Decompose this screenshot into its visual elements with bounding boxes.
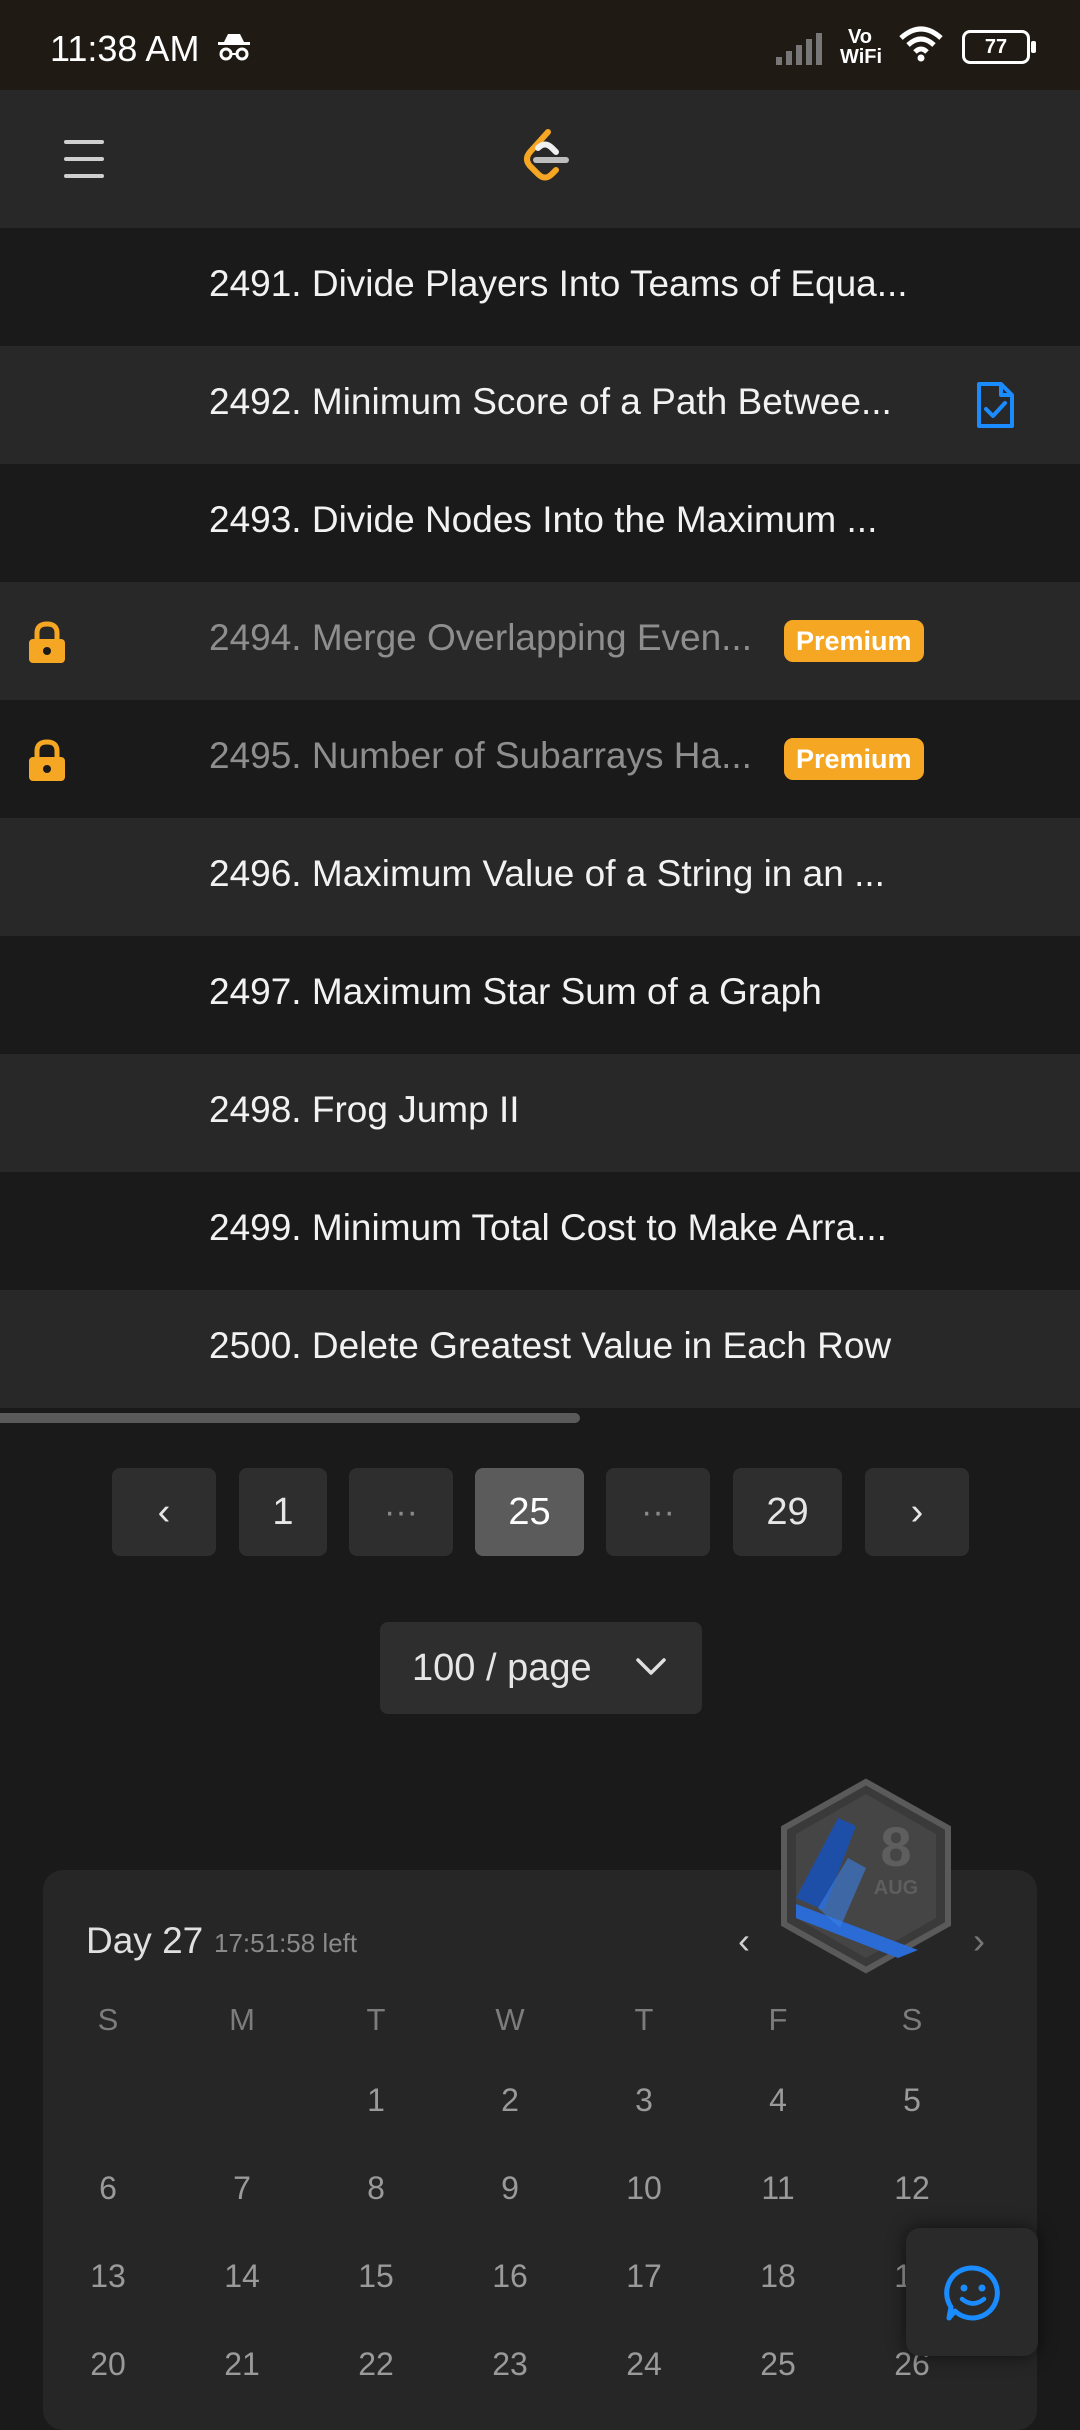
problem-row[interactable]: 2493. Divide Nodes Into the Maximum ...	[0, 464, 1080, 582]
calendar-day[interactable]: 11	[733, 2170, 823, 2207]
calendar-day[interactable]: 8	[331, 2170, 421, 2207]
smiley-chat-icon	[944, 2265, 1000, 2321]
calendar-day[interactable]: 3	[599, 2082, 689, 2119]
weekday-header: T	[366, 2002, 386, 2037]
wifi-icon	[898, 26, 944, 67]
calendar-time-left: 17:51:58 left	[214, 1928, 358, 1958]
problem-row[interactable]: 2497. Maximum Star Sum of a Graph	[0, 936, 1080, 1054]
calendar-day[interactable]: 4	[733, 2082, 823, 2119]
calendar-day[interactable]: 21	[197, 2346, 287, 2383]
solved-document-icon	[974, 381, 1016, 434]
battery-indicator: 77	[962, 29, 1036, 64]
incognito-icon	[216, 32, 252, 67]
feedback-button[interactable]	[906, 2228, 1038, 2356]
calendar-day[interactable]: 15	[331, 2258, 421, 2295]
badge-month: AUG	[874, 1877, 918, 1899]
problem-title[interactable]: 2495. Number of Subarrays Ha...	[209, 735, 752, 777]
leetcode-logo-icon[interactable]	[518, 128, 574, 193]
calendar-day[interactable]: 22	[331, 2346, 421, 2383]
calendar-day[interactable]: 7	[197, 2170, 287, 2207]
calendar-day[interactable]: 2	[465, 2082, 555, 2119]
problem-row[interactable]: 2494. Merge Overlapping Even... Premium	[0, 582, 1080, 700]
problem-row[interactable]: 2496. Maximum Value of a String in an ..…	[0, 818, 1080, 936]
weekday-header: T	[634, 2002, 654, 2037]
weekday-header: S	[97, 2002, 119, 2037]
calendar-day[interactable]: 25	[733, 2346, 823, 2383]
horizontal-scrollbar[interactable]	[0, 1413, 580, 1423]
calendar-day[interactable]: 20	[63, 2346, 153, 2383]
weekday-header: F	[768, 2002, 788, 2037]
weekday-header: S	[901, 2002, 923, 2037]
calendar-next-month-button[interactable]: ›	[973, 1920, 985, 1962]
calendar-day[interactable]: 1	[331, 2082, 421, 2119]
problem-list: 2491. Divide Players Into Teams of Equa.…	[0, 228, 1080, 1408]
page-29-button[interactable]: 29	[733, 1468, 842, 1556]
next-page-button[interactable]: ›	[865, 1468, 969, 1556]
premium-badge: Premium	[784, 738, 924, 780]
lock-icon	[26, 738, 68, 787]
vowifi-label: Vo WiFi	[840, 25, 883, 68]
status-indicators: Vo WiFi 77	[776, 25, 1036, 68]
calendar-prev-month-button[interactable]: ‹	[738, 1920, 750, 1962]
monthly-badge[interactable]: 8 AUG	[778, 1778, 954, 1979]
problem-row[interactable]: 2491. Divide Players Into Teams of Equa.…	[0, 228, 1080, 346]
problem-title[interactable]: 2493. Divide Nodes Into the Maximum ...	[209, 499, 877, 541]
problem-title[interactable]: 2491. Divide Players Into Teams of Equa.…	[209, 263, 908, 305]
calendar-day[interactable]: 9	[465, 2170, 555, 2207]
problem-title[interactable]: 2494. Merge Overlapping Even...	[209, 617, 752, 659]
calendar-day[interactable]: 10	[599, 2170, 689, 2207]
problem-row[interactable]: 2499. Minimum Total Cost to Make Arra...	[0, 1172, 1080, 1290]
hamburger-menu-icon[interactable]	[64, 140, 104, 178]
ellipsis-prev-button[interactable]: ···	[349, 1468, 453, 1556]
calendar-day[interactable]: 12	[867, 2170, 957, 2207]
calendar-day[interactable]: 16	[465, 2258, 555, 2295]
page-size-select[interactable]: 100 / page	[380, 1622, 702, 1714]
current-page-button[interactable]: 25	[475, 1468, 584, 1556]
problem-title[interactable]: 2497. Maximum Star Sum of a Graph	[209, 971, 822, 1013]
calendar-day[interactable]: 13	[63, 2258, 153, 2295]
calendar-day[interactable]: 18	[733, 2258, 823, 2295]
pagination: ‹ 1 ··· 25 ··· 29 ›	[0, 1468, 1080, 1556]
calendar-day[interactable]: 6	[63, 2170, 153, 2207]
weekday-header: W	[495, 2002, 525, 2037]
page-1-button[interactable]: 1	[239, 1468, 327, 1556]
problem-row[interactable]: 2498. Frog Jump II	[0, 1054, 1080, 1172]
problem-row[interactable]: 2492. Minimum Score of a Path Betwee...	[0, 346, 1080, 464]
status-time: 11:38 AM	[50, 28, 200, 69]
prev-page-button[interactable]: ‹	[112, 1468, 216, 1556]
calendar-day[interactable]: 24	[599, 2346, 689, 2383]
problem-title[interactable]: 2492. Minimum Score of a Path Betwee...	[209, 381, 892, 423]
problem-title[interactable]: 2499. Minimum Total Cost to Make Arra...	[209, 1207, 887, 1249]
top-navigation	[0, 90, 1080, 228]
premium-badge: Premium	[784, 620, 924, 662]
problem-row[interactable]: 2495. Number of Subarrays Ha... Premium	[0, 700, 1080, 818]
lock-icon	[26, 620, 68, 669]
status-bar: 11:38 AM Vo WiFi 77	[0, 0, 1080, 90]
signal-icon	[776, 29, 822, 65]
calendar-day[interactable]: 14	[197, 2258, 287, 2295]
problem-row[interactable]: 2500. Delete Greatest Value in Each Row	[0, 1290, 1080, 1408]
problem-title[interactable]: 2500. Delete Greatest Value in Each Row	[209, 1325, 891, 1367]
calendar-day[interactable]: 17	[599, 2258, 689, 2295]
calendar-day-label: Day 27	[86, 1920, 204, 1961]
problem-title[interactable]: 2498. Frog Jump II	[209, 1089, 520, 1131]
chevron-down-icon	[634, 1652, 668, 1687]
calendar-day[interactable]: 5	[867, 2082, 957, 2119]
page-size-value: 100 / page	[412, 1647, 592, 1689]
problem-title[interactable]: 2496. Maximum Value of a String in an ..…	[209, 853, 885, 895]
calendar-day[interactable]: 23	[465, 2346, 555, 2383]
ellipsis-next-button[interactable]: ···	[606, 1468, 710, 1556]
weekday-header: M	[229, 2002, 255, 2037]
badge-number: 8	[880, 1815, 911, 1878]
